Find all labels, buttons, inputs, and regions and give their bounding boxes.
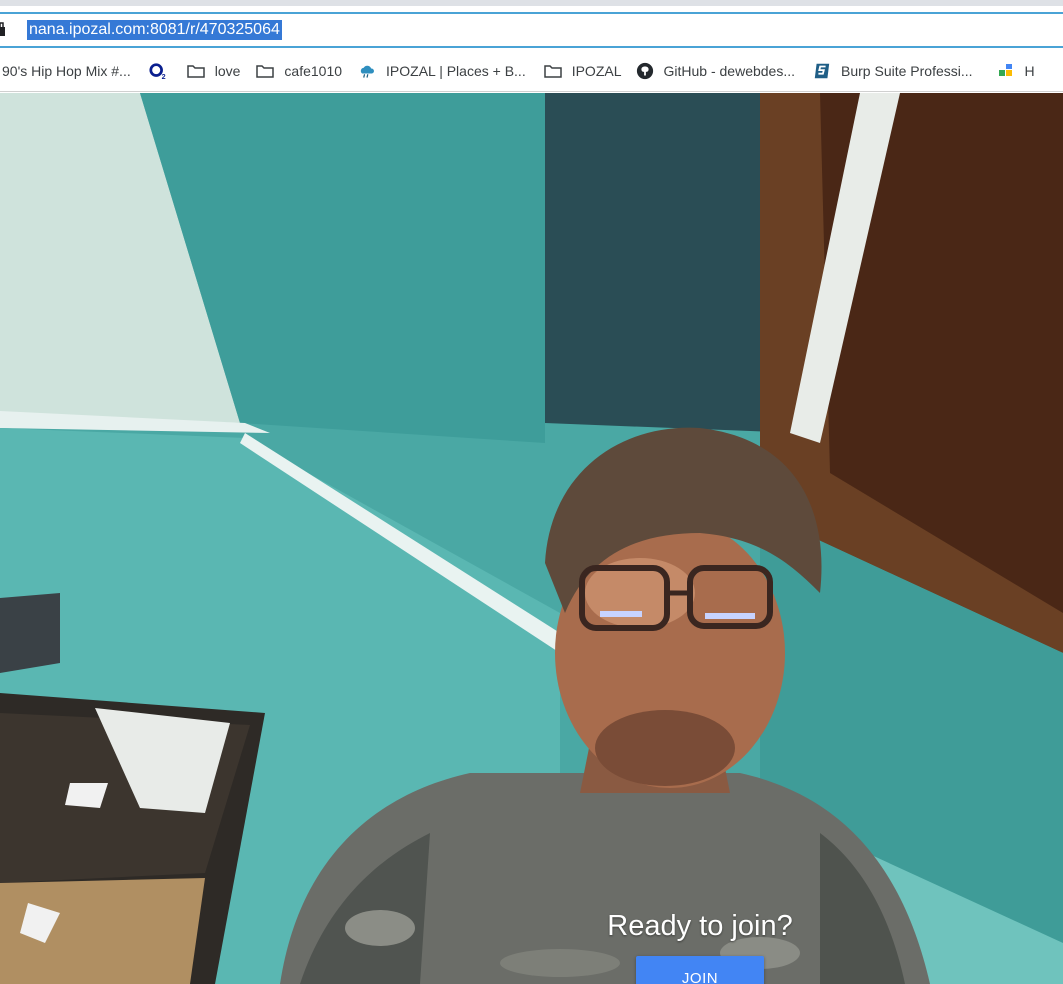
- bookmark-label: IPOZAL: [571, 62, 622, 79]
- browser-top-strip: [0, 0, 1063, 6]
- bookmark-label: love: [214, 62, 241, 79]
- bookmark-ipozal-places[interactable]: IPOZAL | Places + B...: [352, 57, 536, 85]
- url-text[interactable]: nana.ipozal.com:8081/r/470325064: [27, 20, 282, 40]
- github-icon: [636, 62, 654, 80]
- burp-suite-icon: [813, 62, 831, 80]
- google-apps-icon: [997, 62, 1015, 80]
- folder-icon: [256, 62, 275, 80]
- folder-icon: [186, 62, 205, 80]
- bookmark-google-h[interactable]: H: [983, 57, 1045, 85]
- join-prompt: Ready to join?: [607, 910, 793, 942]
- bookmark-label: GitHub - dewebdes...: [663, 62, 796, 79]
- bookmark-hiphop-mix[interactable]: 90's Hip Hop Mix #...: [0, 57, 141, 85]
- bookmark-github[interactable]: GitHub - dewebdes...: [632, 57, 806, 85]
- join-panel: Ready to join? JOIN: [600, 908, 800, 984]
- bookmark-label: Burp Suite Professi...: [841, 62, 973, 79]
- folder-icon: [543, 62, 562, 80]
- address-bar[interactable]: nana.ipozal.com:8081/r/470325064: [0, 12, 1063, 48]
- bookmark-o2[interactable]: 2: [141, 57, 187, 85]
- bookmark-label: cafe1010: [284, 62, 343, 79]
- bookmark-folder-love[interactable]: love: [186, 57, 251, 85]
- o2-logo-icon: 2: [149, 62, 167, 81]
- bookmark-folder-ipozal[interactable]: IPOZAL: [536, 57, 632, 85]
- bookmarks-bar: 90's Hip Hop Mix #... 2 love cafe1010 IP…: [0, 50, 1063, 92]
- lock-icon: [0, 22, 5, 36]
- webcam-scene: [0, 93, 1063, 984]
- bookmark-burp-suite[interactable]: Burp Suite Professi...: [805, 57, 983, 85]
- bookmark-folder-cafe1010[interactable]: cafe1010: [250, 57, 352, 85]
- ipozal-cloud-icon: [358, 62, 376, 80]
- bookmark-label: 90's Hip Hop Mix #...: [2, 62, 131, 79]
- webcam-preview: Ready to join? JOIN: [0, 93, 1063, 984]
- svg-text:2: 2: [161, 72, 165, 81]
- bookmark-label: IPOZAL | Places + B...: [386, 62, 526, 79]
- join-button[interactable]: JOIN: [636, 956, 764, 984]
- bookmark-label: H: [1024, 62, 1035, 79]
